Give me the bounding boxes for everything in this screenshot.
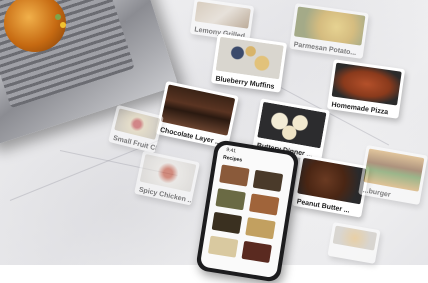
recipe-thumbnail[interactable] <box>252 169 284 192</box>
recipe-thumbnail[interactable] <box>215 188 246 211</box>
recipe-thumbnail[interactable] <box>207 235 239 258</box>
recipe-image <box>139 154 197 193</box>
recipe-image <box>257 101 327 149</box>
recipe-image <box>363 148 425 192</box>
recipe-image <box>297 157 367 205</box>
herb-garnish <box>55 14 61 20</box>
recipe-card-blueberry[interactable]: Blueberry Muffins <box>210 33 288 93</box>
recipe-image <box>331 62 402 106</box>
screen-title: Recipes <box>222 154 243 164</box>
lemon-garnish <box>60 22 66 28</box>
recipe-thumbnail[interactable] <box>219 164 250 187</box>
recipe-thumbnail[interactable] <box>211 211 243 235</box>
recipe-card-burger[interactable]: ...burger <box>358 144 428 206</box>
recipe-image <box>194 1 251 29</box>
recipe-thumbnail[interactable] <box>245 217 276 240</box>
status-time: 9:41 <box>225 146 237 155</box>
recipe-image <box>293 6 366 46</box>
phone-screen: 9:41 Recipes <box>199 143 296 279</box>
recipe-thumbnail[interactable] <box>241 240 272 264</box>
recipe-image <box>215 36 284 80</box>
recipe-image <box>332 225 378 251</box>
recipe-image <box>114 108 161 140</box>
recipe-thumbnail[interactable] <box>248 193 280 216</box>
recipe-card-pizza[interactable]: Homemade Pizza <box>326 59 406 119</box>
